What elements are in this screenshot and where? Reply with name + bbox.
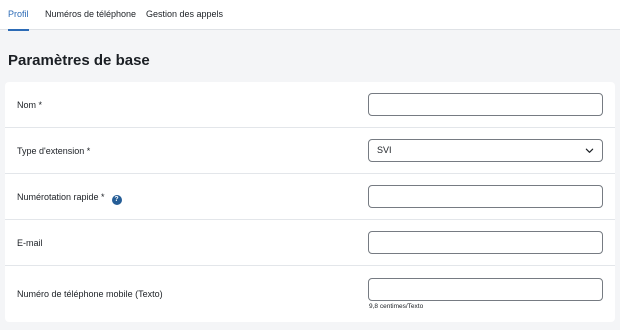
tab-phone-numbers[interactable]: Numéros de téléphone [45, 0, 136, 30]
email-input[interactable] [368, 231, 603, 254]
section-title: Paramètres de base [8, 52, 150, 69]
basic-settings-card: Nom * Type d'extension * SVI Numérotatio… [5, 82, 615, 322]
email-label: E-mail [17, 238, 43, 248]
form-row-speed-dial: Numérotation rapide *? [5, 174, 615, 220]
name-input[interactable] [368, 93, 603, 116]
tab-bar: Profil Numéros de téléphone Gestion des … [0, 0, 620, 31]
mobile-label: Numéro de téléphone mobile (Texto) [17, 289, 163, 299]
form-row-extension-type: Type d'extension * SVI [5, 128, 615, 174]
mobile-sms-price-hint: 9,8 centimes/Texto [369, 303, 424, 310]
extension-type-select[interactable]: SVI [368, 139, 603, 162]
chevron-down-icon [585, 148, 594, 153]
speed-dial-label: Numérotation rapide *? [17, 191, 122, 205]
speed-dial-label-text: Numérotation rapide * [17, 192, 105, 202]
extension-type-label: Type d'extension * [17, 146, 91, 156]
help-icon[interactable]: ? [111, 195, 122, 205]
form-row-name: Nom * [5, 82, 615, 128]
name-label: Nom * [17, 100, 43, 110]
mobile-input[interactable] [368, 278, 603, 301]
form-row-email: E-mail [5, 220, 615, 266]
extension-type-value: SVI [377, 145, 392, 155]
tab-call-handling[interactable]: Gestion des appels [146, 0, 223, 30]
speed-dial-input[interactable] [368, 185, 603, 208]
tab-profile[interactable]: Profil [8, 0, 29, 31]
form-row-mobile: Numéro de téléphone mobile (Texto) 9,8 c… [5, 266, 615, 322]
